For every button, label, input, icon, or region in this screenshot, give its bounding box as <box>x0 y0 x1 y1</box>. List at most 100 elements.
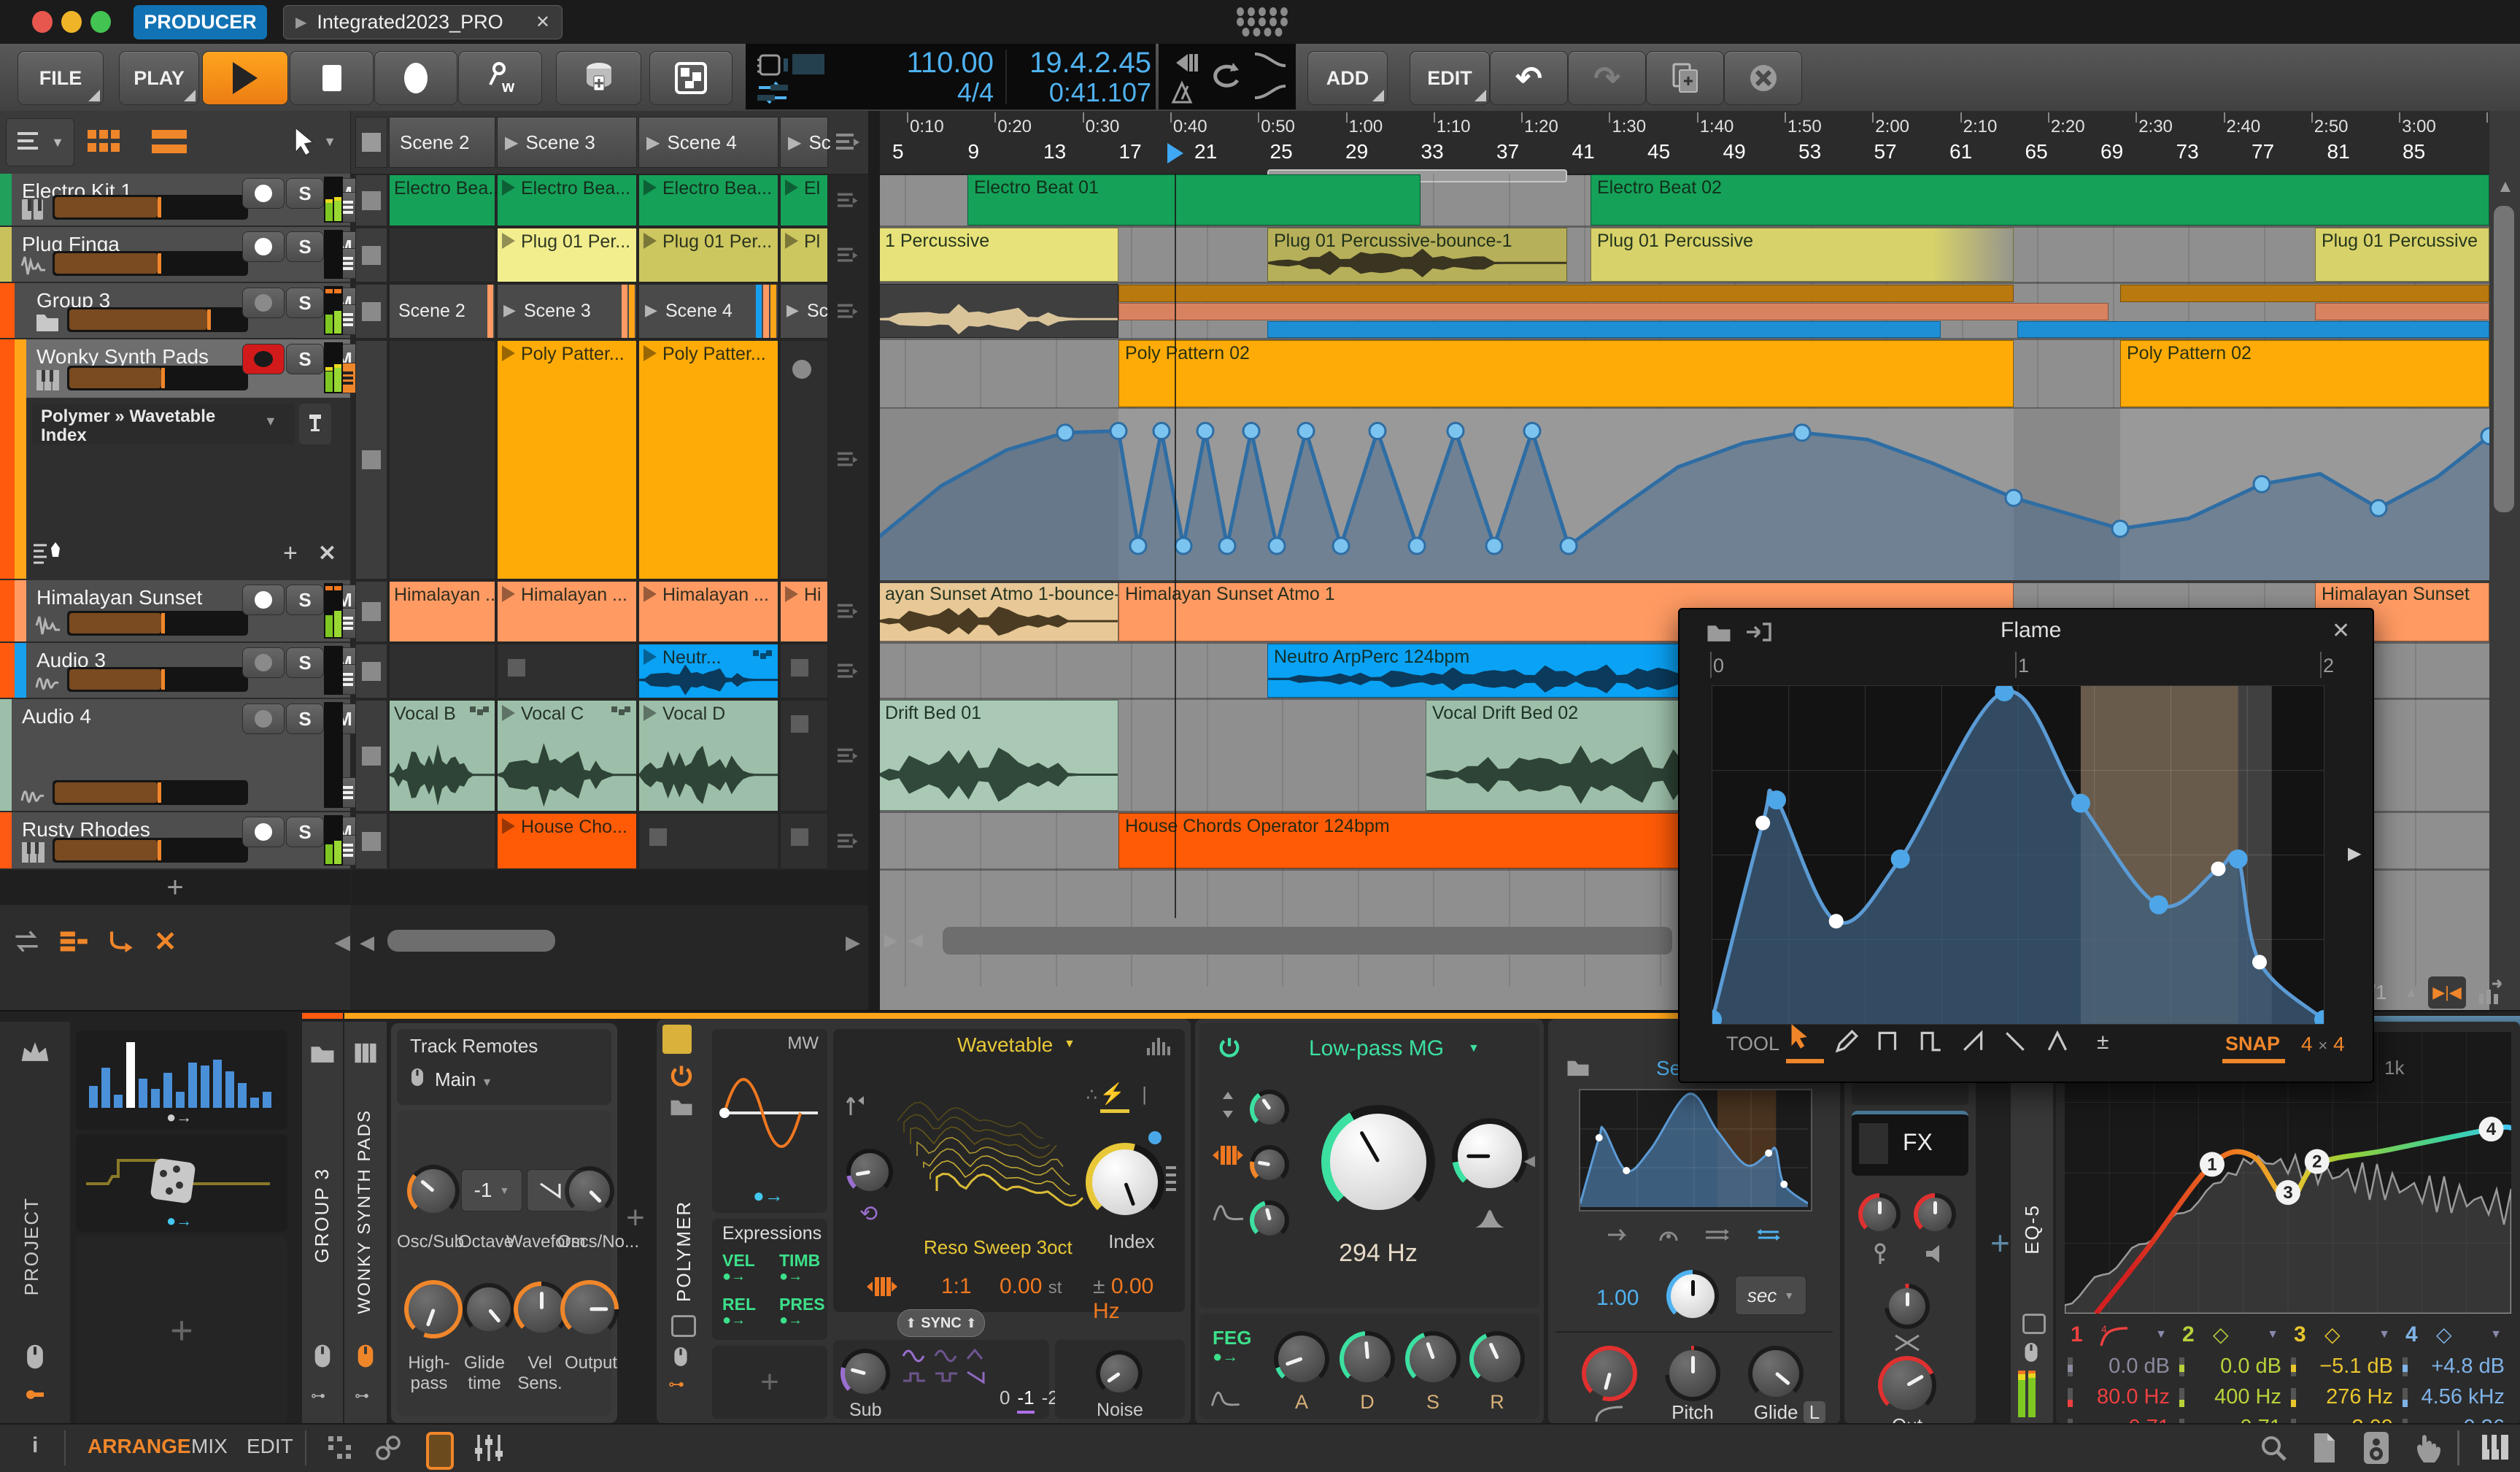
group3-panel-tab[interactable]: GROUP 3 ⊶ <box>302 1022 343 1425</box>
eq-band-header-4[interactable]: 4 ◇ ▼ <box>2400 1322 2509 1352</box>
arranger-clip[interactable]: 1 Percussive <box>880 228 1118 282</box>
clip-stop-cell[interactable] <box>355 700 387 812</box>
add-project-device-button[interactable]: + <box>76 1236 287 1425</box>
info-icon[interactable]: i <box>32 1433 38 1458</box>
filter-env-knob[interactable] <box>1250 1201 1289 1240</box>
volume-fader[interactable] <box>67 611 248 636</box>
track-name[interactable]: Audio 4 <box>22 705 91 728</box>
segments-curve-display[interactable] <box>1579 1089 1812 1211</box>
io-swap-icon[interactable] <box>13 928 40 955</box>
row-scene-icon[interactable] <box>830 813 865 869</box>
high-pass-knob[interactable] <box>404 1280 463 1338</box>
eq-band-freq-3[interactable]: 276 Hz <box>2288 1385 2397 1411</box>
volume-fader[interactable] <box>67 307 248 332</box>
record-button[interactable] <box>374 51 457 105</box>
new-audio-track-button[interactable] <box>556 51 641 105</box>
solo-button[interactable]: S <box>286 704 324 734</box>
minimize-window-button[interactable] <box>61 11 82 33</box>
wonky-panel-tab[interactable]: WONKY SYNTH PADS ⊶ <box>344 1022 387 1425</box>
segments-time-value[interactable]: 1.00 <box>1596 1286 1639 1311</box>
duplicate-button[interactable] <box>1646 51 1724 105</box>
solo-button[interactable]: S <box>286 585 324 615</box>
eq-band-freq-4[interactable]: 4.56 kHz <box>2400 1385 2509 1411</box>
clip-slot[interactable]: ▶ Sc <box>780 284 828 339</box>
arm-button[interactable] <box>242 585 285 615</box>
modulation-route-icon[interactable]: ●→ <box>722 1312 746 1329</box>
output-knob[interactable] <box>560 1280 619 1338</box>
close-window-button[interactable] <box>32 11 53 33</box>
chevron-down-icon[interactable]: ▼ <box>264 414 277 429</box>
chevron-down-icon[interactable]: ▼ <box>1468 1042 1480 1055</box>
new-effect-track-button[interactable] <box>649 51 733 105</box>
filter-mod-knob-1[interactable] <box>1250 1090 1289 1129</box>
segments-time-knob[interactable] <box>1666 1270 1719 1322</box>
feg-a-knob[interactable] <box>1274 1331 1329 1387</box>
folder-icon[interactable] <box>1566 1057 1591 1077</box>
track-row-audio-4[interactable]: Audio 4SM <box>0 699 363 812</box>
pitch-knob[interactable] <box>1665 1346 1720 1401</box>
clip-slot[interactable]: House Cho... <box>497 813 637 869</box>
track-row-electro-kit-1[interactable]: Electro Kit 1SM <box>0 174 363 227</box>
zoom-window-button[interactable] <box>90 11 111 33</box>
phase-knob[interactable] <box>846 1149 893 1195</box>
stop-button[interactable] <box>290 51 374 105</box>
hold-icon[interactable] <box>1658 1226 1680 1244</box>
volume-fader[interactable] <box>53 195 248 220</box>
solo-button[interactable]: S <box>286 231 324 262</box>
clear-icon[interactable]: ✕ <box>154 925 177 958</box>
edit-menu-button[interactable]: EDIT <box>1410 51 1490 105</box>
launcher-view-toggle-icon[interactable] <box>86 124 123 159</box>
clip-slot[interactable] <box>638 813 778 869</box>
add-track-button[interactable]: + <box>0 870 350 905</box>
flame-offset-tool[interactable]: ± <box>2097 1030 2109 1055</box>
scene-header-4[interactable]: ▶ Scene 4 <box>638 117 778 168</box>
mouse-icon[interactable] <box>673 1346 689 1368</box>
device-color-swatch[interactable] <box>662 1025 692 1054</box>
play-menu-button[interactable]: PLAY <box>119 51 199 105</box>
arranger-clip[interactable]: Electro Beat 01 <box>967 174 1421 226</box>
automation-lane[interactable] <box>880 409 2489 580</box>
noise-level-knob[interactable] <box>1096 1350 1143 1397</box>
glide-time-knob[interactable] <box>463 1283 515 1336</box>
clip-slot[interactable]: ▶ Scene 4 <box>638 284 778 339</box>
feg-r-knob[interactable] <box>1469 1331 1525 1387</box>
arranger-clip[interactable]: Plug 01 Percussive <box>2315 228 2489 282</box>
osc-sub-knob[interactable] <box>407 1165 460 1217</box>
track-row-plug-finga[interactable]: Plug Finga S M <box>0 227 363 283</box>
zoom-to-fit-button[interactable]: ▶|◀ <box>2428 976 2466 1009</box>
arm-button[interactable] <box>242 178 285 209</box>
eq-band-freq-2[interactable]: 400 Hz <box>2176 1385 2286 1411</box>
launcher-hscrollbar[interactable]: ◀ ▶ <box>355 927 866 956</box>
oscs-noise-knob[interactable] <box>565 1166 614 1216</box>
zoom-ratio-up-icon[interactable]: ▲ <box>2405 985 2418 1001</box>
clip-slot[interactable] <box>389 340 495 579</box>
sync-badge[interactable]: ⬆ SYNC ⬆ <box>897 1309 985 1337</box>
modulation-route-icon[interactable]: ●→ <box>779 1312 803 1329</box>
phase-random-icon[interactable]: ⟲ <box>859 1201 878 1227</box>
unison-icon[interactable]: ∴ <box>1086 1084 1097 1106</box>
volume-fader[interactable] <box>53 838 248 863</box>
fx-mix-knob[interactable] <box>1885 1284 1930 1329</box>
eq-band-header-2[interactable]: 2 ◇ ▼ <box>2176 1322 2286 1352</box>
clip-slot[interactable]: Scene 2 <box>389 284 495 339</box>
wavetable-index-knob[interactable] <box>1086 1143 1164 1222</box>
undo-button[interactable]: ↶ <box>1490 51 1568 105</box>
group-lane-strip[interactable] <box>1118 303 2109 320</box>
row-scene-icon[interactable] <box>830 581 865 642</box>
clip-slot[interactable] <box>780 700 828 812</box>
arm-button[interactable] <box>242 288 285 318</box>
automation-write-button[interactable]: w <box>458 51 542 105</box>
time-signature-display[interactable]: 4/4 <box>833 77 994 107</box>
expression-pres[interactable]: PRES <box>779 1295 825 1314</box>
clip-stop-cell[interactable] <box>355 813 387 869</box>
resonance-knob[interactable] <box>1452 1118 1528 1194</box>
loop-mode-icon[interactable] <box>1704 1226 1731 1244</box>
folder-icon[interactable] <box>669 1096 694 1117</box>
sub-octave-select[interactable]: 0 -1 -2 <box>1000 1387 1059 1414</box>
flame-ramp-down-tool[interactable] <box>2003 1028 2036 1057</box>
row-scene-icon[interactable] <box>830 644 865 698</box>
arranger-vscrollbar[interactable]: ▲ <box>2489 111 2520 1010</box>
clip-stop-cell[interactable] <box>355 644 387 698</box>
semitone-value[interactable]: 0.00 st <box>1000 1274 1062 1299</box>
fx-send-knob-1[interactable] <box>1858 1193 1901 1236</box>
